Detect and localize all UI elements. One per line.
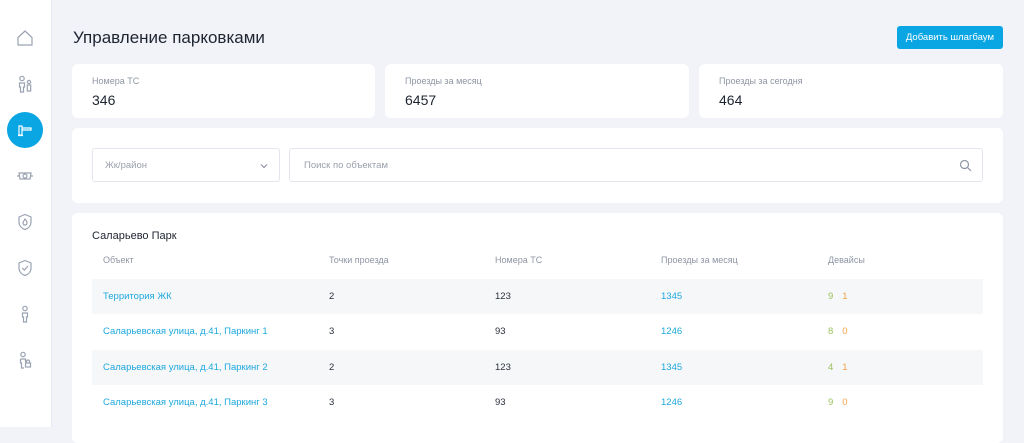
devices-offline-count: 0 xyxy=(842,326,848,337)
plates-value: 123 xyxy=(495,362,511,373)
devices-online-count: 8 xyxy=(828,326,834,337)
points-value: 3 xyxy=(329,397,335,408)
points-value: 2 xyxy=(329,291,335,302)
stat-label: Номера ТС xyxy=(92,76,140,86)
sidebar-item-staff[interactable] xyxy=(7,296,43,332)
devices-value: 91 xyxy=(828,291,848,302)
trips-link[interactable]: 1345 xyxy=(661,291,682,302)
sidebar-item-access[interactable] xyxy=(7,342,43,378)
district-select-placeholder: Жк/район xyxy=(105,159,147,171)
sidebar-item-security[interactable] xyxy=(7,250,43,286)
stat-value: 346 xyxy=(92,92,116,108)
devices-value: 80 xyxy=(828,326,848,337)
plates-value: 93 xyxy=(495,397,506,408)
camera-icon xyxy=(17,172,33,180)
home-icon xyxy=(17,30,33,46)
column-header-devices: Девайсы xyxy=(828,255,865,265)
stat-value: 6457 xyxy=(405,92,437,108)
barrier-icon xyxy=(18,125,32,137)
column-header-trips: Проезды за месяц xyxy=(661,255,738,265)
table-row: Саларьевская улица, д.41, Паркинг 3 3 93… xyxy=(92,385,983,420)
filter-panel: Жк/район xyxy=(72,128,1003,203)
devices-offline-count: 1 xyxy=(842,291,848,302)
stat-card-monthly-trips: Проезды за месяц 6457 xyxy=(385,64,689,118)
shield-check-icon xyxy=(18,259,32,277)
stat-label: Проезды за сегодня xyxy=(719,76,803,86)
group-title: Саларьево Парк xyxy=(92,230,177,242)
shield-fire-icon xyxy=(18,213,32,231)
table-row: Территория ЖК 2 123 1345 91 xyxy=(92,279,983,314)
page-title: Управление парковками xyxy=(73,28,265,47)
plates-value: 123 xyxy=(495,291,511,302)
devices-online-count: 4 xyxy=(828,362,834,373)
points-value: 3 xyxy=(329,326,335,337)
district-select[interactable]: Жк/район xyxy=(92,148,280,182)
sidebar-item-parking[interactable] xyxy=(7,112,43,148)
object-link[interactable]: Саларьевская улица, д.41, Паркинг 1 xyxy=(103,326,268,337)
main-content: Управление парковками Добавить шлагбаум … xyxy=(51,0,1024,443)
people-icon xyxy=(18,75,32,93)
object-link[interactable]: Саларьевская улица, д.41, Паркинг 2 xyxy=(103,362,268,373)
object-link[interactable]: Территория ЖК xyxy=(103,291,172,302)
stat-card-plates: Номера ТС 346 xyxy=(72,64,375,118)
sidebar-item-fire-safety[interactable] xyxy=(7,204,43,240)
plates-value: 93 xyxy=(495,326,506,337)
column-header-plates: Номера ТС xyxy=(495,255,543,265)
person-icon xyxy=(21,305,29,323)
stat-label: Проезды за месяц xyxy=(405,76,482,86)
objects-table: Саларьево Парк Объект Точки проезда Номе… xyxy=(72,213,1003,443)
devices-online-count: 9 xyxy=(828,397,834,408)
chevron-down-icon xyxy=(260,164,268,169)
points-value: 2 xyxy=(329,362,335,373)
trips-link[interactable]: 1345 xyxy=(661,362,682,373)
search-box xyxy=(289,148,983,182)
trips-link[interactable]: 1246 xyxy=(661,326,682,337)
table-row: Саларьевская улица, д.41, Паркинг 1 3 93… xyxy=(92,314,983,349)
devices-offline-count: 1 xyxy=(842,362,848,373)
search-input[interactable] xyxy=(302,158,946,172)
sidebar-item-cameras[interactable] xyxy=(7,158,43,194)
search-icon[interactable] xyxy=(959,159,972,172)
stat-value: 464 xyxy=(719,92,743,108)
trips-link[interactable]: 1246 xyxy=(661,397,682,408)
person-lock-icon xyxy=(19,351,32,369)
sidebar-item-residents[interactable] xyxy=(7,66,43,102)
devices-online-count: 9 xyxy=(828,291,834,302)
add-barrier-button[interactable]: Добавить шлагбаум xyxy=(896,26,1003,49)
sidebar-item-home[interactable] xyxy=(7,20,43,56)
stat-card-today-trips: Проезды за сегодня 464 xyxy=(699,64,1003,118)
devices-value: 90 xyxy=(828,397,848,408)
devices-offline-count: 0 xyxy=(842,397,848,408)
sidebar xyxy=(0,0,52,427)
column-header-object: Объект xyxy=(103,255,134,265)
object-link[interactable]: Саларьевская улица, д.41, Паркинг 3 xyxy=(103,397,268,408)
devices-value: 41 xyxy=(828,362,848,373)
column-header-points: Точки проезда xyxy=(329,255,389,265)
table-row: Саларьевская улица, д.41, Паркинг 2 2 12… xyxy=(92,350,983,385)
